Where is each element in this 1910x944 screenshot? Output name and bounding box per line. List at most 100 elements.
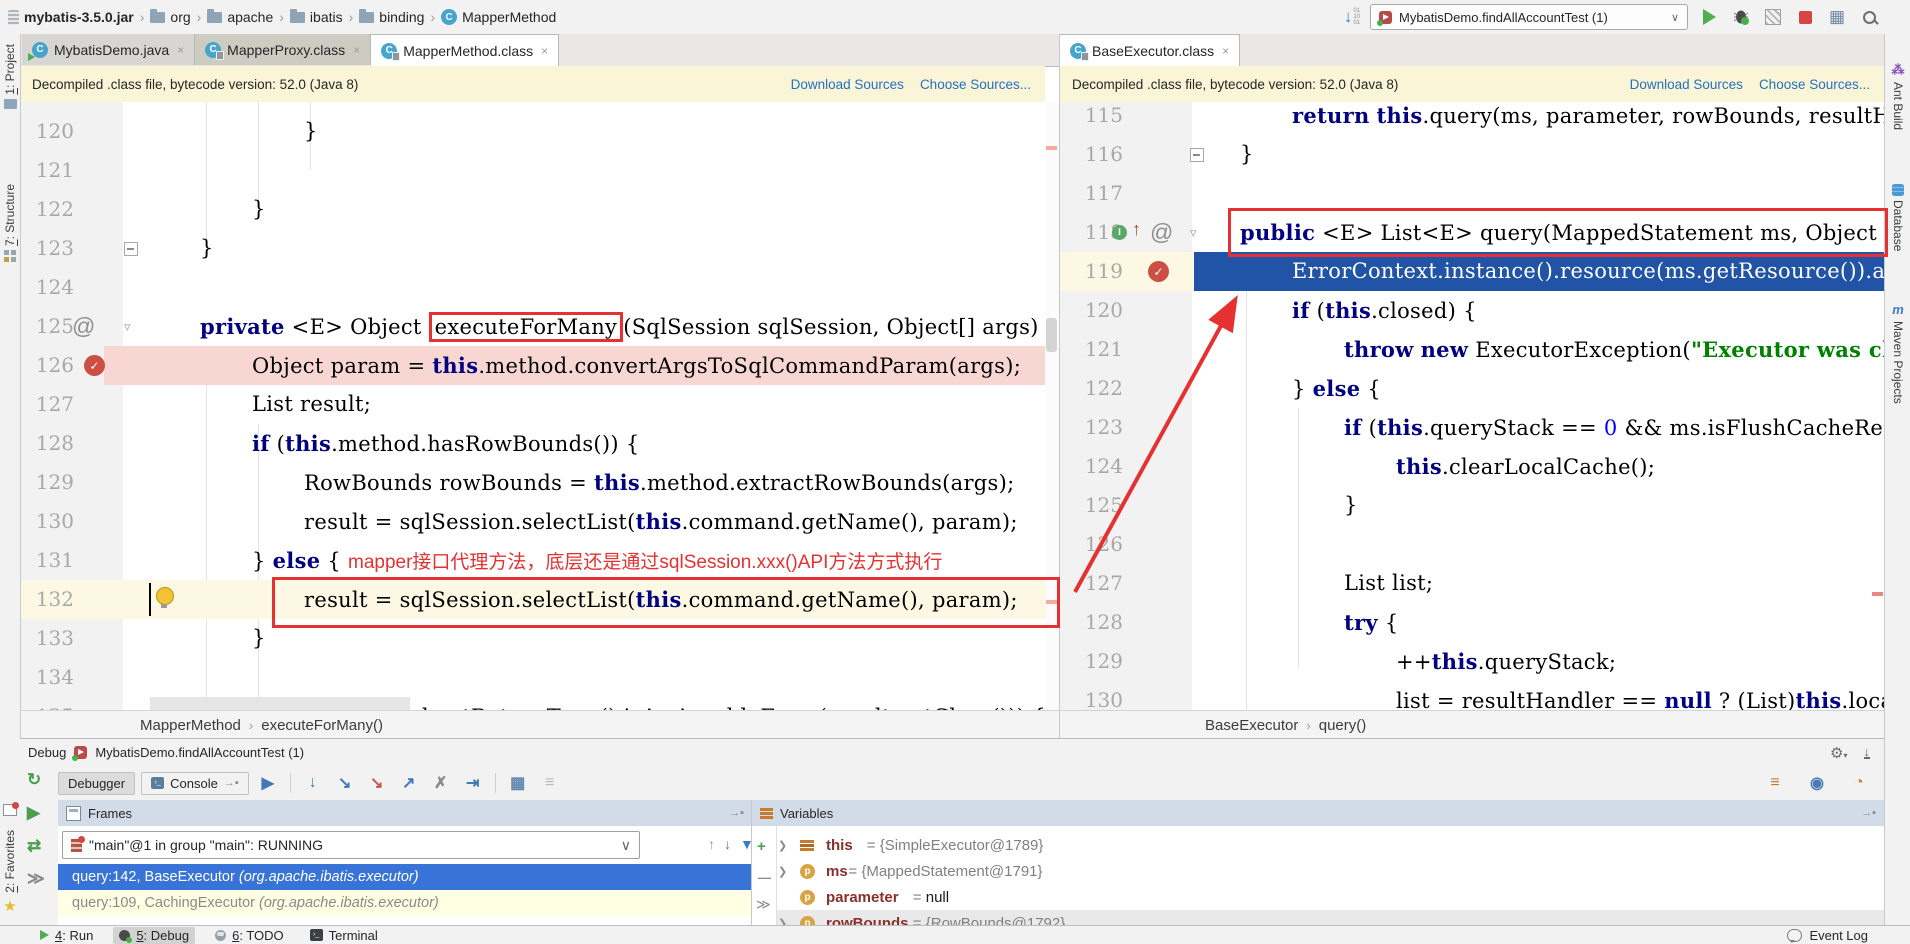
step-over-button[interactable]: ↓: [300, 771, 326, 795]
tab-MapperMethod.class[interactable]: C MapperMethod.class ×: [371, 34, 560, 66]
force-step-into-button[interactable]: ↘: [364, 771, 390, 795]
tool-button-debug-indicator[interactable]: [0, 802, 20, 816]
code-line-127[interactable]: 127 List result;: [20, 385, 1045, 424]
chevron-right-icon[interactable]: ❯: [778, 839, 787, 852]
show-execution-point-button[interactable]: ▶: [255, 771, 281, 795]
overrides-icon[interactable]: ↑: [1132, 219, 1141, 240]
run-configuration-select[interactable]: MybatisDemo.findAllAccountTest (1) ∨: [1370, 4, 1688, 30]
code-line-129[interactable]: 129 RowBounds rowBounds = this.method.ext…: [20, 463, 1045, 502]
implementing-method-icon[interactable]: I: [1112, 225, 1127, 240]
code-line-123[interactable]: 123 if (this.queryStack == 0 && ms.isFlus…: [1060, 408, 1884, 447]
tool-button-database[interactable]: Database: [1885, 184, 1910, 251]
run-to-cursor-button[interactable]: ⇥: [460, 771, 486, 795]
tab-console[interactable]: ›_ Console →▪: [141, 771, 249, 795]
stop-button[interactable]: [1794, 6, 1816, 28]
chevron-right-icon[interactable]: ❯: [778, 917, 787, 926]
tool-button-favorites[interactable]: 2: Favorites ★: [0, 830, 20, 915]
search-everywhere-button[interactable]: [1858, 6, 1880, 28]
remove-watch-button[interactable]: —: [758, 870, 771, 885]
status-item--debug[interactable]: 5: Debug: [113, 926, 196, 944]
breadcrumb-item-ibatis[interactable]: ibatis: [289, 8, 343, 25]
evaluate-expression-button[interactable]: ▦: [505, 771, 531, 795]
code-line-126[interactable]: 126 ✓ Object param = this.method.convertAr…: [20, 346, 1045, 385]
tool-button-maven[interactable]: m Maven Projects: [1885, 302, 1910, 404]
resume-button[interactable]: ▶: [27, 803, 40, 823]
variable-row-this[interactable]: ❯ this = {SimpleExecutor@1789}: [752, 832, 1884, 858]
editor-right-baseexecutor[interactable]: 115 return this.query(ms, parameter, rowB…: [1060, 102, 1884, 710]
run-with-coverage-button[interactable]: [1762, 6, 1784, 28]
choose-sources-link[interactable]: Choose Sources...: [920, 77, 1031, 92]
code-line-120[interactable]: 120}: [20, 112, 1045, 151]
tab-MybatisDemo.java[interactable]: C MybatisDemo.java ×: [22, 34, 196, 65]
breadcrumb-item-MapperMethod[interactable]: MapperMethod: [140, 717, 241, 734]
status-item--todo[interactable]: 6: TODO: [209, 927, 290, 944]
variable-row-parameter[interactable]: p parameter = null: [752, 884, 1884, 910]
breadcrumb-item-apache[interactable]: apache: [207, 8, 273, 25]
breadcrumb-item-org[interactable]: org: [150, 8, 191, 25]
pin-icon[interactable]: →▪: [729, 807, 744, 819]
frame-row[interactable]: query:109, CachingExecutor (org.apache.i…: [58, 890, 752, 916]
variable-row-rowBounds[interactable]: ❯ p rowBounds = {RowBounds@1792}: [752, 910, 1884, 925]
restore-layout-button[interactable]: ▦: [1826, 6, 1848, 28]
breadcrumb-right-editor[interactable]: BaseExecutor › query(): [1205, 711, 1366, 739]
code-line-120[interactable]: 120 if (this.closed) {: [1060, 291, 1884, 330]
tool-button-structure[interactable]: 7: Structure: [0, 184, 20, 263]
breadcrumb-item-BaseExecutor[interactable]: BaseExecutor: [1205, 717, 1298, 734]
close-icon[interactable]: ×: [1222, 44, 1229, 58]
code-line-125[interactable]: 125 @ ▿ private <E> Object executeForMany (S…: [20, 307, 1045, 346]
intention-bulb-icon[interactable]: [156, 587, 174, 608]
tool-button-ant-build[interactable]: ⁂ Ant Build: [1885, 62, 1910, 130]
hector-inspections-icon[interactable]: ↓ 01 10 01: [1344, 7, 1360, 27]
tab-debugger[interactable]: Debugger: [58, 771, 136, 795]
download-sources-link[interactable]: Download Sources: [791, 77, 904, 92]
step-out-button[interactable]: ↗: [396, 771, 422, 795]
fold-marker-icon[interactable]: ▿: [124, 307, 131, 346]
drop-frame-button[interactable]: ✗: [428, 771, 454, 795]
fold-marker-icon[interactable]: [124, 242, 138, 256]
close-icon[interactable]: ×: [177, 43, 184, 57]
code-line-130[interactable]: 130 list = resultHandler == null ? (List)…: [1060, 681, 1884, 710]
code-line-128[interactable]: 128 try {: [1060, 603, 1884, 642]
code-line-124[interactable]: 124 this.clearLocalCache();: [1060, 447, 1884, 486]
code-line-125[interactable]: 125}: [1060, 486, 1884, 525]
thread-selector[interactable]: "main"@1 in group "main": RUNNING ∨: [62, 831, 640, 859]
breadcrumb-item-binding[interactable]: binding: [359, 8, 424, 25]
add-watch-button[interactable]: +: [757, 838, 766, 855]
code-line-119[interactable]: 119 ✓ ErrorContext.instance().resource(ms.…: [1060, 252, 1884, 291]
code-line-130[interactable]: 130 result = sqlSession.selectList(this.c…: [20, 502, 1045, 541]
frame-down-button[interactable]: ↓: [724, 836, 731, 852]
frames-variables-divider[interactable]: [751, 800, 752, 925]
breakpoint-icon[interactable]: ✓: [84, 355, 105, 376]
breadcrumb-item-query()[interactable]: query(): [1319, 717, 1367, 734]
status-item--run[interactable]: 4: Run: [34, 927, 99, 944]
more-watches-button[interactable]: ≫: [756, 896, 771, 913]
breakpoint-icon[interactable]: ✓: [1148, 261, 1169, 282]
tab-BaseExecutor.class[interactable]: C BaseExecutor.class ×: [1060, 34, 1241, 66]
frame-row[interactable]: query:142, BaseExecutor (org.apache.ibat…: [58, 864, 752, 890]
rerun-button[interactable]: ↻: [27, 770, 41, 790]
fold-marker-icon[interactable]: [1190, 148, 1204, 162]
code-line-124[interactable]: 124: [20, 268, 1045, 307]
code-line-126[interactable]: 126: [1060, 525, 1884, 564]
breadcrumb-item-mybatis-3.5.0.jar[interactable]: mybatis-3.5.0.jar: [8, 9, 134, 25]
thread-dump-button[interactable]: ◉: [1804, 771, 1830, 795]
code-line-122[interactable]: 122} else {: [1060, 369, 1884, 408]
variable-row-ms[interactable]: ❯ p ms = {MappedStatement@1791}: [752, 858, 1884, 884]
download-sources-link[interactable]: Download Sources: [1630, 77, 1743, 92]
code-line-134[interactable]: 134: [20, 658, 1045, 697]
run-button[interactable]: [1698, 6, 1720, 28]
event-log-button[interactable]: Event Log: [1787, 928, 1868, 943]
status-item-terminal[interactable]: ›_ Terminal: [304, 927, 384, 944]
step-into-button[interactable]: ↘: [332, 771, 358, 795]
code-line-115[interactable]: 115 return this.query(ms, parameter, rowB…: [1060, 102, 1884, 135]
code-line-129[interactable]: 129 ++this.queryStack;: [1060, 642, 1884, 681]
close-icon[interactable]: ×: [353, 43, 360, 57]
view-threads-button[interactable]: ≡: [1762, 771, 1788, 795]
hide-panel-button[interactable]: ↓: [1863, 745, 1870, 759]
code-line-121[interactable]: 121 throw new ExecutorException("Executor…: [1060, 330, 1884, 369]
code-line-131[interactable]: 131} else { mapper接口代理方法，底层还是通过sqlSessio…: [20, 541, 1045, 580]
frame-up-button[interactable]: ↑: [708, 836, 715, 852]
breadcrumb-left-editor[interactable]: MapperMethod › executeForMany(): [140, 711, 383, 739]
debug-button[interactable]: [1730, 6, 1752, 28]
code-line-122[interactable]: 122}: [20, 190, 1045, 229]
